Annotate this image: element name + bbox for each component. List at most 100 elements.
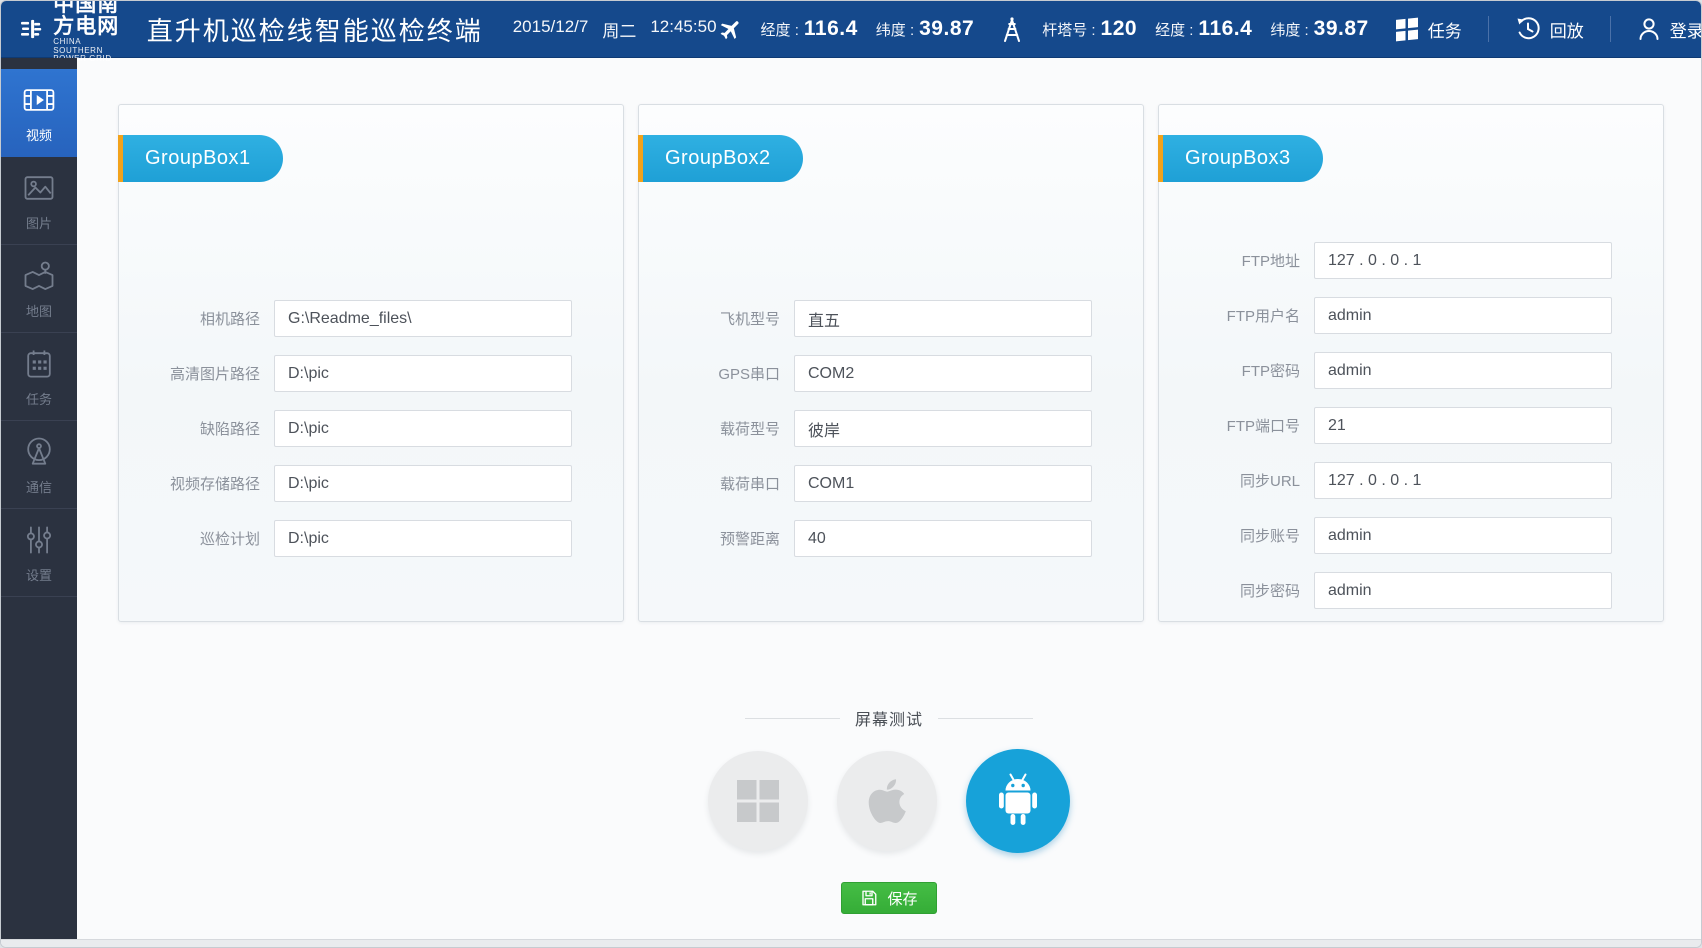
sidebar-item-video[interactable]: 视频 [1, 69, 77, 157]
groupbox1-tab: GroupBox1 [118, 135, 283, 182]
hd-image-path-row: 高清图片路径 [119, 355, 623, 392]
groupbox3-tab: GroupBox3 [1158, 135, 1323, 182]
flight-lat-label: 纬度 : [876, 19, 914, 40]
ftp-address-label: FTP地址 [1242, 250, 1300, 271]
groupbox3-title: GroupBox3 [1163, 135, 1323, 182]
payload-model-row: 载荷型号 [639, 410, 1143, 447]
ftp-password-label: FTP密码 [1242, 360, 1300, 381]
ftp-port-row: FTP端口号 [1159, 407, 1663, 444]
header-tasks-button[interactable]: 任务 [1395, 16, 1462, 42]
tower-icon [1000, 15, 1024, 43]
inspection-plan-row: 巡检计划 [119, 520, 623, 557]
video-storage-path-input[interactable] [274, 465, 572, 502]
login-label: 登录 [1670, 17, 1702, 42]
payload-serial-label: 载荷串口 [720, 473, 780, 494]
screen-test-header: 屏幕测试 [745, 706, 1033, 730]
ftp-port-label: FTP端口号 [1227, 415, 1300, 436]
sync-password-row: 同步密码 [1159, 572, 1663, 609]
sidebar-label-settings: 设置 [26, 565, 52, 584]
flight-lat-value: 39.87 [919, 17, 974, 41]
tower-lat-value: 39.87 [1314, 17, 1369, 41]
screen-test-options [708, 749, 1070, 853]
payload-model-input[interactable] [794, 410, 1092, 447]
hd-image-path-label: 高清图片路径 [170, 363, 260, 384]
warning-distance-label: 预警距离 [720, 528, 780, 549]
payload-serial-row: 载荷串口 [639, 465, 1143, 502]
screen-test-apple-button[interactable] [837, 751, 937, 851]
groupbox2-tab: GroupBox2 [638, 135, 803, 182]
screen-test-windows-button[interactable] [708, 751, 808, 851]
sidebar-item-communication[interactable]: 通信 [1, 421, 77, 509]
page-title: 直升机巡检线智能巡检终端 [147, 11, 483, 48]
groupbox1-title: GroupBox1 [123, 135, 283, 182]
header-login-button[interactable]: 登录 [1637, 16, 1702, 42]
tasks-label: 任务 [1428, 17, 1462, 42]
tiles-icon [1395, 16, 1419, 42]
power-grid-logo-icon [21, 11, 43, 47]
hd-image-path-input[interactable] [274, 355, 572, 392]
camera-path-row: 相机路径 [119, 300, 623, 337]
brand-cn: 中国南方电网 [53, 0, 124, 38]
divider-line [938, 718, 1033, 719]
screen-test-android-button[interactable] [966, 749, 1070, 853]
aircraft-model-input[interactable] [794, 300, 1092, 337]
groupbox2-panel: GroupBox2 飞机型号 GPS串口 载荷型号 [638, 104, 1144, 622]
sidebar-item-map[interactable]: 地图 [1, 245, 77, 333]
video-storage-path-row: 视频存储路径 [119, 465, 623, 502]
camera-path-label: 相机路径 [200, 308, 260, 329]
plane-icon [711, 11, 748, 48]
defect-path-row: 缺陷路径 [119, 410, 623, 447]
aircraft-model-label: 飞机型号 [720, 308, 780, 329]
tower-lon-label: 经度 : [1155, 19, 1193, 40]
ftp-address-row: FTP地址 [1159, 242, 1663, 279]
header-separator [1488, 16, 1489, 42]
flight-lon-label: 经度 : [761, 19, 799, 40]
camera-path-input[interactable] [274, 300, 572, 337]
inspection-plan-input[interactable] [274, 520, 572, 557]
warning-distance-input[interactable] [794, 520, 1092, 557]
android-logo-icon [994, 773, 1042, 829]
sync-password-label: 同步密码 [1240, 580, 1300, 601]
company-logo: 中国南方电网 CHINA SOUTHERN POWER GRID [21, 0, 125, 64]
ftp-password-input[interactable] [1314, 352, 1612, 389]
groupbox1-panel: GroupBox1 相机路径 高清图片路径 缺陷路径 [118, 104, 624, 622]
replay-clock-icon [1515, 16, 1541, 42]
sidebar-item-images[interactable]: 图片 [1, 157, 77, 245]
video-icon [21, 82, 57, 118]
payload-serial-input[interactable] [794, 465, 1092, 502]
image-icon [21, 170, 57, 206]
payload-model-label: 载荷型号 [720, 418, 780, 439]
weekday-text: 周二 [602, 17, 636, 42]
app-window: 中国南方电网 CHINA SOUTHERN POWER GRID 直升机巡检线智… [0, 0, 1702, 948]
save-button[interactable]: 保存 [841, 882, 937, 914]
main-content: GroupBox1 相机路径 高清图片路径 缺陷路径 [77, 58, 1701, 939]
gps-serial-row: GPS串口 [639, 355, 1143, 392]
communication-icon [21, 434, 57, 470]
ftp-address-input[interactable] [1314, 242, 1612, 279]
ftp-port-input[interactable] [1314, 407, 1612, 444]
sidebar-item-tasks[interactable]: 任务 [1, 333, 77, 421]
sync-url-input[interactable] [1314, 462, 1612, 499]
tower-gps-stats: 杆塔号 : 120 经度 : 116.4 纬度 : 39.87 [1000, 15, 1369, 43]
tower-lat-label: 纬度 : [1270, 19, 1308, 40]
settings-icon [21, 522, 57, 558]
sidebar-label-images: 图片 [26, 213, 52, 232]
sync-account-label: 同步账号 [1240, 525, 1300, 546]
sync-url-row: 同步URL [1159, 462, 1663, 499]
sync-password-input[interactable] [1314, 572, 1612, 609]
date-text: 2015/12/7 [513, 17, 589, 42]
gps-serial-input[interactable] [794, 355, 1092, 392]
apple-logo-icon [867, 776, 907, 826]
inspection-plan-label: 巡检计划 [200, 528, 260, 549]
header-replay-button[interactable]: 回放 [1515, 16, 1584, 42]
screen-test-title: 屏幕测试 [855, 706, 923, 730]
map-icon [21, 258, 57, 294]
sync-account-input[interactable] [1314, 517, 1612, 554]
tower-id-label: 杆塔号 : [1042, 19, 1095, 40]
gps-serial-label: GPS串口 [718, 363, 780, 384]
defect-path-label: 缺陷路径 [200, 418, 260, 439]
flight-lon-value: 116.4 [804, 17, 858, 41]
sidebar-item-settings[interactable]: 设置 [1, 509, 77, 597]
ftp-username-input[interactable] [1314, 297, 1612, 334]
defect-path-input[interactable] [274, 410, 572, 447]
